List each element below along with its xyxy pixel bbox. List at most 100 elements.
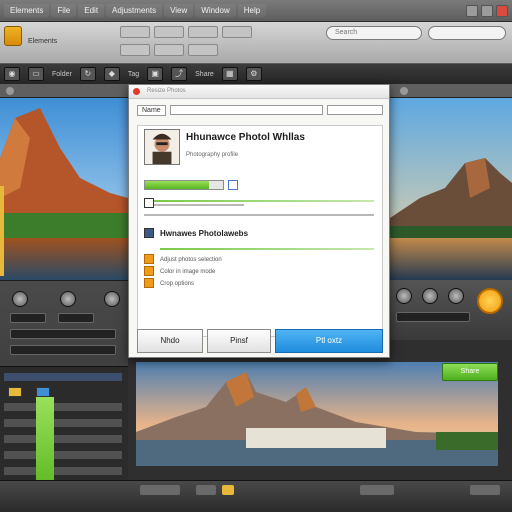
dialog-search-row: Name: [137, 104, 383, 116]
adjust-knob[interactable]: [104, 291, 120, 307]
progress-fill: [145, 181, 209, 189]
avatar: [144, 129, 180, 165]
value-slot[interactable]: [58, 313, 94, 323]
progress-bar: [144, 180, 224, 190]
status-chip[interactable]: [470, 485, 500, 495]
adjust-knob[interactable]: [422, 288, 438, 304]
master-dial-icon[interactable]: [477, 288, 503, 314]
option-icon[interactable]: [144, 278, 154, 288]
toolbar-button[interactable]: [222, 26, 252, 38]
toolbar-group-top: [120, 26, 252, 38]
list-thumbnail[interactable]: [8, 387, 22, 397]
menu-item-window[interactable]: Window: [195, 4, 236, 17]
list-item[interactable]: [4, 373, 122, 381]
menu-item-view[interactable]: View: [164, 4, 194, 17]
bottom-status-bar: [0, 480, 512, 512]
divider: [144, 214, 374, 216]
right-adjustment-panel: [390, 280, 512, 340]
toolbar-button[interactable]: [154, 44, 184, 56]
ok-button[interactable]: Ptl oxtz: [275, 329, 383, 353]
divider: [160, 248, 374, 250]
iconbar-label: Tag: [127, 70, 140, 78]
menu-item-edit[interactable]: Edit: [78, 4, 105, 17]
list-item[interactable]: [4, 403, 122, 411]
value-slot[interactable]: [396, 312, 470, 322]
adjust-knob[interactable]: [448, 288, 464, 304]
menu-item-elements[interactable]: Elements: [4, 4, 50, 17]
tag-icon[interactable]: ◆: [103, 67, 120, 81]
status-chip[interactable]: [196, 485, 216, 495]
section-icon: [144, 228, 154, 238]
adjust-knob[interactable]: [12, 291, 28, 307]
dialog-footer: Nhdo Pinsf Ptl oxtz: [137, 329, 383, 353]
list-item[interactable]: [4, 451, 122, 459]
grid-icon[interactable]: ▦: [221, 67, 238, 81]
section-title: Hwnawes Photolawebs: [160, 229, 249, 238]
status-chip[interactable]: [140, 485, 180, 495]
window-controls: [466, 4, 508, 17]
menu-item-help[interactable]: Help: [237, 4, 267, 17]
close-button[interactable]: [496, 4, 508, 17]
dialog-search-input[interactable]: [169, 105, 323, 115]
iconbar-label: Folder: [52, 70, 72, 78]
left-photo-preview[interactable]: [0, 98, 128, 280]
list-item[interactable]: [4, 435, 122, 443]
dialog-filter-input[interactable]: [327, 105, 383, 115]
strip-dot: [6, 87, 14, 95]
toolbar-button[interactable]: [154, 26, 184, 38]
list-icon: [144, 198, 154, 208]
cancel-button[interactable]: Nhdo: [137, 329, 203, 353]
status-chip[interactable]: [222, 485, 234, 495]
share-button[interactable]: Share: [442, 363, 498, 381]
rotate-icon[interactable]: ↻: [79, 67, 96, 81]
profile-subtitle: Photography profile: [186, 152, 239, 158]
app-logo-icon: [4, 26, 22, 46]
right-photo-preview[interactable]: [390, 98, 512, 280]
icon-bar: ◉ ▭ Folder ↻ ◆ Tag ▣ ⤴ Share ▦ ⚙: [0, 64, 512, 84]
dialog-title: Resize Photos: [147, 88, 186, 94]
list-item[interactable]: [4, 467, 122, 475]
toolbar-button[interactable]: [188, 26, 218, 38]
adjust-knob[interactable]: [60, 291, 76, 307]
option-checkbox[interactable]: [228, 180, 238, 190]
option-row-label: Color in image mode: [160, 269, 216, 275]
settings-icon[interactable]: ⚙: [245, 67, 262, 81]
list-item[interactable]: [4, 419, 122, 427]
previous-button[interactable]: Pinsf: [207, 329, 271, 353]
iconbar-label: Share: [195, 70, 214, 78]
toolbar-button[interactable]: [120, 44, 150, 56]
profile-dialog: Resize Photos Name Hhunawce Photol Whlla…: [128, 84, 390, 358]
toolbar-button[interactable]: [120, 26, 150, 38]
image-icon[interactable]: ▣: [147, 67, 164, 81]
dialog-close-icon[interactable]: [133, 88, 140, 95]
toolbar-status-label: Elements: [28, 38, 58, 45]
list-thumbnail[interactable]: [36, 387, 50, 397]
value-slot[interactable]: [10, 329, 116, 339]
camera-icon[interactable]: ◉: [4, 67, 20, 81]
profile-card: Hhunawce Photol Whllas Photography profi…: [137, 125, 383, 337]
strip-dot: [400, 87, 408, 95]
divider: [154, 204, 244, 206]
menu-bar: Elements File Edit Adjustments View Wind…: [0, 0, 512, 22]
adjust-knob[interactable]: [396, 288, 412, 304]
main-toolbar: Elements Search: [0, 22, 512, 64]
maximize-button[interactable]: [481, 4, 493, 17]
value-slot[interactable]: [10, 313, 46, 323]
search-input[interactable]: Search: [326, 26, 422, 40]
option-icon[interactable]: [144, 254, 154, 264]
status-chip[interactable]: [360, 485, 394, 495]
menu-item-adjustments[interactable]: Adjustments: [106, 4, 163, 17]
minimize-button[interactable]: [466, 4, 478, 17]
share-icon[interactable]: ⤴: [171, 67, 188, 81]
option-row-label: Crop options: [160, 281, 195, 287]
toolbar-button[interactable]: [188, 44, 218, 56]
option-row-label: Adjust photos selection: [160, 257, 222, 263]
folder-icon[interactable]: ▭: [28, 67, 44, 81]
filter-input[interactable]: [428, 26, 506, 40]
divider: [154, 200, 374, 202]
option-icon[interactable]: [144, 266, 154, 276]
dialog-titlebar: Resize Photos: [129, 85, 389, 99]
profile-name: Hhunawce Photol Whllas: [186, 132, 305, 143]
value-slot[interactable]: [10, 345, 116, 355]
menu-item-file[interactable]: File: [51, 4, 77, 17]
